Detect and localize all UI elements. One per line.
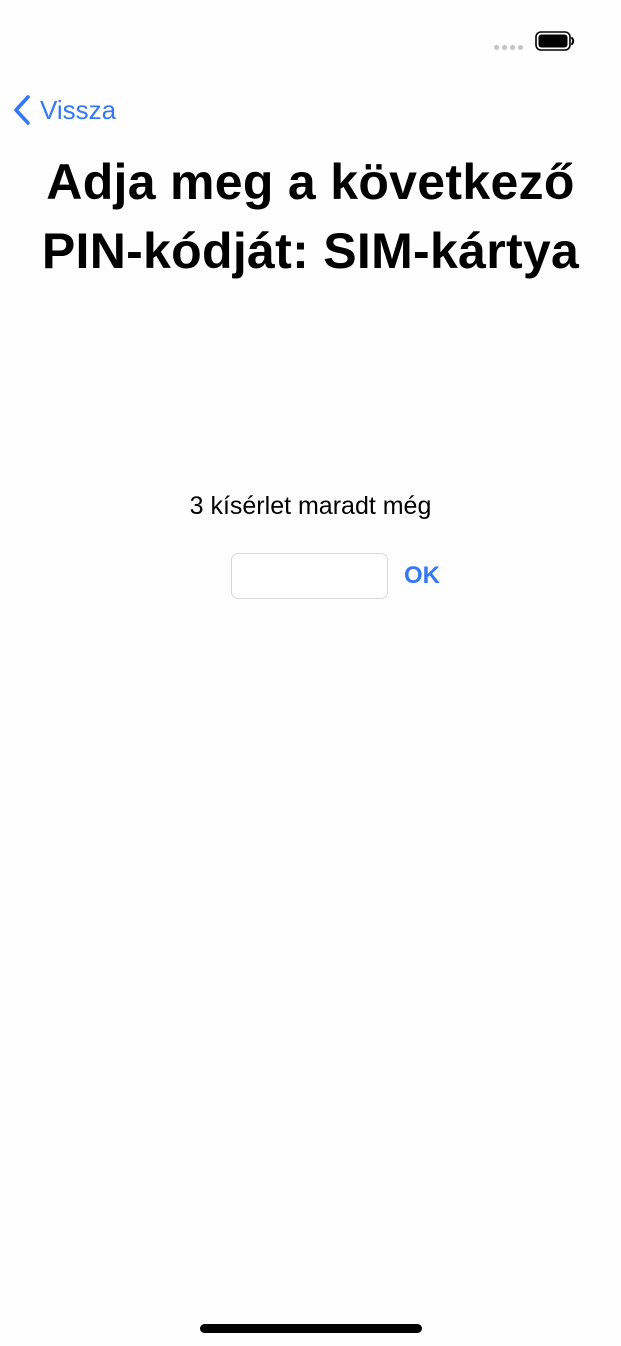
pin-entry-row: OK <box>231 553 440 599</box>
page-title: Adja meg a következő PIN-kódját: SIM-kár… <box>41 154 580 279</box>
battery-icon <box>535 31 575 51</box>
chevron-left-icon <box>14 95 30 125</box>
ok-button[interactable]: OK <box>404 553 440 599</box>
status-bar <box>0 0 621 80</box>
back-label: Vissza <box>40 95 117 125</box>
home-indicator[interactable] <box>200 1324 422 1333</box>
pin-input[interactable] <box>231 553 388 599</box>
attempts-remaining-label: 3 kísérlet maradt még <box>189 492 432 520</box>
back-button[interactable]: Vissza <box>12 90 116 130</box>
signal-dots-icon <box>494 45 523 50</box>
